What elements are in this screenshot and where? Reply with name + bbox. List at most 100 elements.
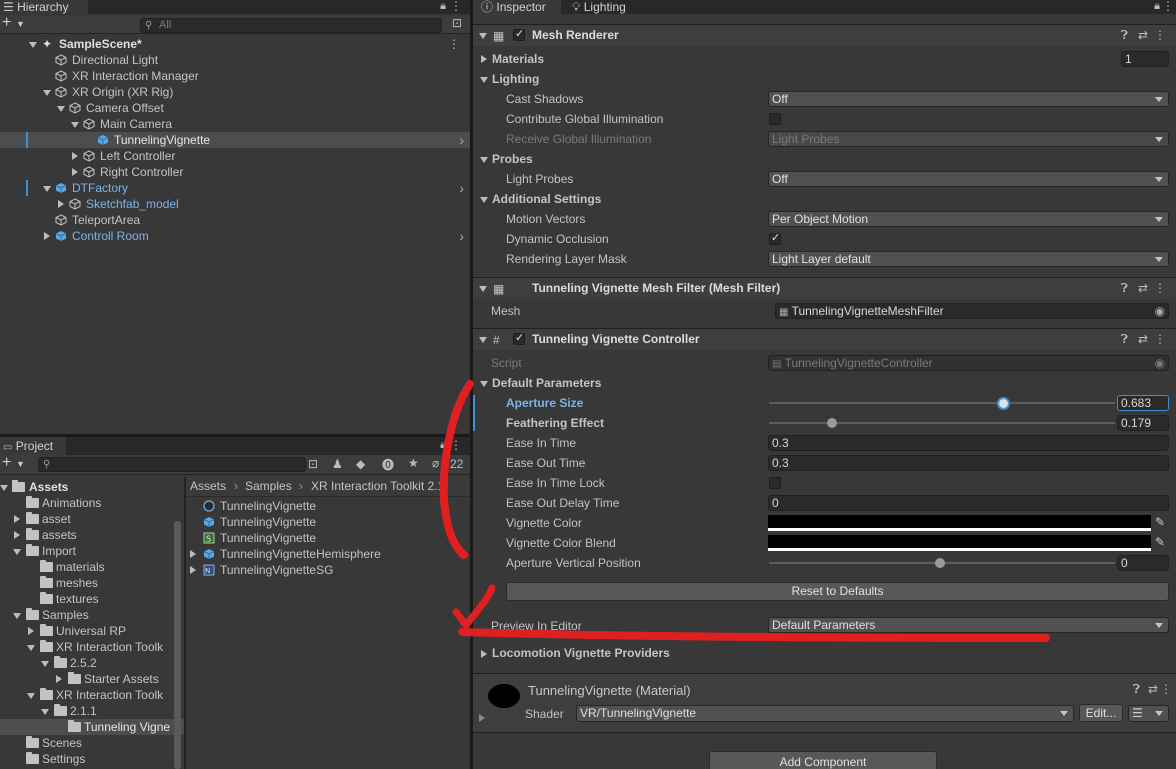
aperture-vertical-slider-knob[interactable] — [935, 558, 945, 568]
expand-icon[interactable] — [71, 122, 79, 128]
warning-icon[interactable]: ⓿ — [382, 456, 394, 473]
tree-item[interactable]: Universal RP — [0, 623, 184, 639]
hierarchy-row[interactable]: XR Origin (XR Rig) — [0, 84, 470, 100]
chevron-right-icon[interactable]: › — [459, 132, 464, 148]
help-icon[interactable]: ❓︎ — [1133, 682, 1140, 697]
preview-in-editor-dropdown[interactable]: Default Parameters — [768, 617, 1169, 633]
tree-item[interactable]: XR Interaction Toolk — [0, 639, 184, 655]
star-icon[interactable]: ★ — [408, 456, 419, 470]
hierarchy-row[interactable]: TeleportArea — [0, 212, 470, 228]
file-item[interactable]: TunnelingVignette — [186, 514, 470, 530]
object-picker-icon[interactable]: ◉ — [1155, 304, 1165, 318]
expand-icon[interactable] — [479, 714, 485, 722]
hierarchy-row[interactable]: Left Controller — [0, 148, 470, 164]
lock-icon[interactable]: 🔒︎ — [440, 439, 446, 452]
help-icon[interactable]: ❓︎ — [1121, 281, 1128, 296]
lock-icon[interactable]: 🔒︎ — [1154, 0, 1160, 13]
more-icon[interactable]: ⋮ — [448, 36, 460, 52]
expand-icon[interactable] — [41, 661, 49, 667]
expand-icon[interactable] — [0, 485, 8, 491]
aperture-size-slider[interactable] — [769, 402, 1115, 404]
more-icon[interactable]: ⋮ — [1154, 281, 1166, 295]
expand-icon[interactable] — [481, 55, 487, 63]
controller-header[interactable]: # Tunneling Vignette Controller ❓︎ ⇄ ⋮ — [473, 328, 1176, 350]
collapse-icon[interactable] — [480, 157, 488, 163]
collapse-icon[interactable] — [480, 381, 488, 387]
chevron-down-icon[interactable]: ▼ — [16, 19, 25, 29]
expand-icon[interactable] — [14, 515, 20, 523]
motion-vectors-dropdown[interactable]: Per Object Motion — [768, 211, 1169, 227]
expand-icon[interactable] — [58, 200, 64, 208]
scene-view-icon[interactable]: ⊡ — [452, 16, 462, 30]
tag-icon[interactable]: ◆ — [356, 457, 365, 471]
breadcrumb-item[interactable]: Assets — [190, 477, 226, 495]
rendering-layer-dropdown[interactable]: Light Layer default — [768, 251, 1169, 267]
expand-icon[interactable] — [29, 42, 37, 48]
expand-icon[interactable] — [72, 152, 78, 160]
presets-icon[interactable]: ⇄ — [1148, 682, 1158, 696]
feathering-slider-knob[interactable] — [827, 418, 837, 428]
expand-icon[interactable] — [57, 106, 65, 112]
expand-icon[interactable] — [190, 550, 196, 558]
contribute-gi-checkbox[interactable] — [769, 113, 781, 125]
more-icon[interactable]: ⋮ — [1154, 28, 1166, 42]
shader-options-dropdown[interactable]: ☰ — [1128, 705, 1169, 722]
project-search-input[interactable]: ⚲ — [38, 457, 306, 472]
search-by-label-icon[interactable]: ♟ — [332, 457, 343, 471]
search-by-type-icon[interactable]: ⊡ — [308, 457, 318, 471]
collapse-icon[interactable] — [479, 286, 487, 292]
ease-out-delay-field[interactable]: 0 — [768, 495, 1169, 511]
mesh-renderer-enabled-checkbox[interactable] — [513, 27, 525, 41]
hierarchy-tab[interactable]: ☰ Hierarchy — [0, 0, 88, 14]
eyedropper-icon[interactable]: ✎ — [1155, 535, 1165, 549]
expand-icon[interactable] — [72, 168, 78, 176]
hierarchy-row[interactable]: XR Interaction Manager — [0, 68, 470, 84]
tree-item[interactable]: Samples — [0, 607, 184, 623]
collapse-icon[interactable] — [479, 337, 487, 343]
tree-item[interactable]: 2.1.1 — [0, 703, 184, 719]
mesh-object-field[interactable]: ▦ TunnelingVignetteMeshFilter ◉ — [775, 303, 1169, 319]
cast-shadows-dropdown[interactable]: Off — [768, 91, 1169, 107]
vignette-color-blend-swatch[interactable] — [768, 535, 1151, 551]
more-icon[interactable]: ⋮ — [1162, 0, 1174, 13]
more-icon[interactable]: ⋮ — [1154, 332, 1166, 346]
hierarchy-search-input[interactable]: ⚲ All — [140, 18, 442, 33]
project-tab[interactable]: ▭ Project — [0, 437, 66, 455]
edit-shader-button[interactable]: Edit... — [1079, 704, 1123, 722]
visibility-icon[interactable]: ⌀ — [432, 456, 439, 470]
collapse-icon[interactable] — [480, 77, 488, 83]
ease-in-lock-checkbox[interactable] — [769, 477, 781, 489]
aperture-vertical-field[interactable]: 0 — [1117, 555, 1169, 571]
tree-item[interactable]: materials — [0, 559, 184, 575]
more-icon[interactable]: ⋮ — [1160, 682, 1172, 696]
reset-to-defaults-button[interactable]: Reset to Defaults — [506, 582, 1169, 601]
hierarchy-row[interactable]: Sketchfab_model — [0, 196, 470, 212]
presets-icon[interactable]: ⇄ — [1138, 28, 1148, 42]
presets-icon[interactable]: ⇄ — [1138, 332, 1148, 346]
eyedropper-icon[interactable]: ✎ — [1155, 515, 1165, 529]
expand-icon[interactable] — [28, 627, 34, 635]
materials-count-field[interactable]: 1 — [1121, 51, 1169, 67]
expand-icon[interactable] — [41, 709, 49, 715]
tree-item[interactable]: XR Interaction Toolk — [0, 687, 184, 703]
hierarchy-row[interactable]: Main Camera — [0, 116, 470, 132]
expand-icon[interactable] — [481, 650, 487, 658]
material-header[interactable]: TunnelingVignette (Material) Shader VR/T… — [473, 673, 1176, 733]
expand-icon[interactable] — [14, 531, 20, 539]
hierarchy-row[interactable]: Directional Light — [0, 52, 470, 68]
mesh-renderer-header[interactable]: ▦ Mesh Renderer ❓︎ ⇄ ⋮ — [473, 24, 1176, 46]
file-item[interactable]: N TunnelingVignetteSG — [186, 562, 470, 578]
expand-icon[interactable] — [43, 186, 51, 192]
more-icon[interactable]: ⋮ — [450, 438, 462, 452]
hierarchy-row[interactable]: Camera Offset — [0, 100, 470, 116]
tree-item[interactable]: Animations — [0, 495, 184, 511]
add-component-button[interactable]: Add Component — [709, 751, 937, 769]
file-item[interactable]: TunnelingVignette — [186, 498, 470, 514]
ease-in-field[interactable]: 0.3 — [768, 435, 1169, 451]
tree-item-selected[interactable]: Tunneling Vigne — [0, 719, 184, 735]
dynamic-occlusion-checkbox[interactable] — [769, 231, 781, 245]
hierarchy-row[interactable]: Controll Room › — [0, 228, 470, 244]
tree-item[interactable]: Settings — [0, 751, 184, 767]
expand-icon[interactable] — [27, 693, 35, 699]
light-probes-dropdown[interactable]: Off — [768, 171, 1169, 187]
